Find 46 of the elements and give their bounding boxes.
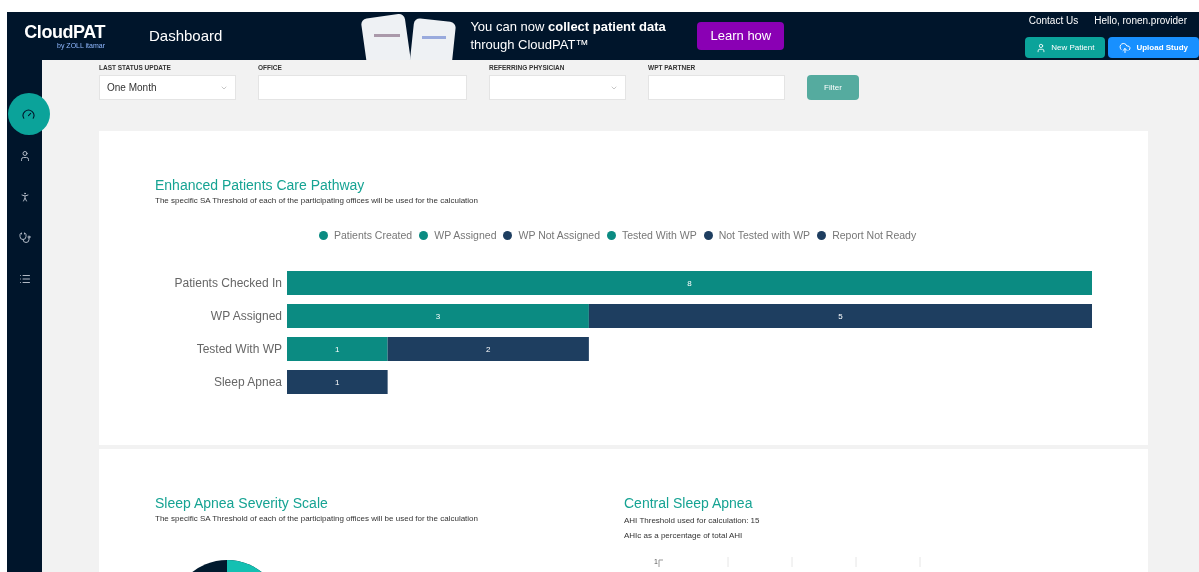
stethoscope-icon [18, 232, 31, 244]
category-label: Sleep Apnea [212, 373, 283, 391]
cloud-upload-icon [1119, 41, 1132, 54]
contact-link[interactable]: Contact Us [1028, 13, 1079, 28]
bar-segment: 2 [387, 336, 589, 361]
legend-label: Tested With WP [622, 228, 697, 243]
user-icon [1036, 42, 1047, 53]
legend-label: WP Assigned [434, 228, 497, 243]
data-label: 3 [435, 311, 441, 321]
bar-segment: 1 [287, 336, 388, 361]
legend-label: WP Not Assigned [518, 228, 600, 243]
data-label: 5 [838, 311, 844, 321]
bar-segment: 3 [287, 303, 589, 328]
promo-text: You can now collect patient data through CloudPAT™ [470, 18, 667, 54]
legend-label: Patients Created [334, 228, 413, 243]
bar-segment: 5 [588, 303, 1092, 328]
category-label: Patients Checked In [173, 274, 283, 292]
learn-how-button[interactable]: Learn how [697, 22, 785, 50]
card-title: Sleep Apnea Severity Scale [155, 494, 329, 512]
page-title: Dashboard [149, 25, 223, 46]
data-label: 1 [335, 344, 341, 354]
card-title: Enhanced Patients Care Pathway [155, 176, 366, 194]
chart-note: AHI Threshold used for calculation: 15 [624, 515, 761, 527]
card-subtitle: The specific SA Threshold of each of the participating offices will be used for the calculation [155, 195, 479, 207]
sidebar-item[interactable] [7, 93, 50, 135]
list-icon [18, 273, 31, 285]
gauge-icon [22, 107, 35, 121]
data-label: 8 [687, 278, 693, 288]
legend-label: Not Tested with WP [718, 228, 811, 243]
chart-note: AHIc as a percentage of total AHI [624, 530, 744, 542]
input-field[interactable] [648, 75, 785, 100]
data-label: 2 [486, 344, 492, 354]
card-subtitle: The specific SA Threshold of each of the participating offices will be used for the calculation [155, 513, 479, 525]
bar-segment: 1 [287, 369, 388, 394]
logo: CloudPAT [24, 23, 105, 41]
category-label: WP Assigned [209, 307, 283, 325]
bar-segment: 8 [287, 270, 1092, 295]
category-label: Tested With WP [195, 340, 283, 358]
dropdown-field[interactable] [489, 75, 626, 100]
dropdown-field[interactable]: One Month [99, 75, 236, 100]
greeting: Hello, ronen.provider [1094, 14, 1187, 28]
user-icon [18, 150, 31, 162]
input-field[interactable] [258, 75, 467, 100]
data-label: 1 [335, 377, 341, 387]
legend-label: Report Not Ready [832, 228, 917, 243]
card-title: Central Sleep Apnea [624, 494, 754, 512]
